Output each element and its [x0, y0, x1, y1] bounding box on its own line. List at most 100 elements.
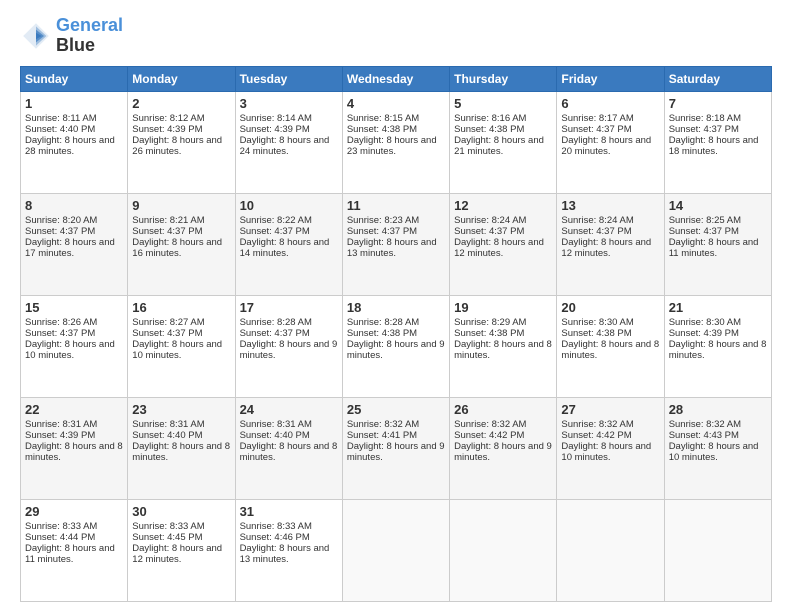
daylight-label: Daylight: 8 hours and 28 minutes.: [25, 135, 115, 157]
page: General Blue Sunday Monday Tuesday Wedne…: [0, 0, 792, 612]
sunrise-label: Sunrise: 8:15 AM: [347, 113, 419, 124]
sunset-label: Sunset: 4:37 PM: [347, 226, 417, 237]
table-row: 14 Sunrise: 8:25 AM Sunset: 4:37 PM Dayl…: [664, 193, 771, 295]
sunrise-label: Sunrise: 8:30 AM: [669, 317, 741, 328]
table-row: 29 Sunrise: 8:33 AM Sunset: 4:44 PM Dayl…: [21, 499, 128, 601]
logo-text: General Blue: [56, 16, 123, 56]
sunset-label: Sunset: 4:40 PM: [132, 430, 202, 441]
sunrise-label: Sunrise: 8:21 AM: [132, 215, 204, 226]
sunrise-label: Sunrise: 8:31 AM: [240, 419, 312, 430]
day-number: 31: [240, 504, 338, 519]
sunset-label: Sunset: 4:38 PM: [347, 124, 417, 135]
table-row: 26 Sunrise: 8:32 AM Sunset: 4:42 PM Dayl…: [450, 397, 557, 499]
daylight-label: Daylight: 8 hours and 9 minutes.: [240, 339, 338, 361]
sunset-label: Sunset: 4:37 PM: [561, 226, 631, 237]
col-thursday: Thursday: [450, 66, 557, 91]
col-saturday: Saturday: [664, 66, 771, 91]
day-number: 22: [25, 402, 123, 417]
day-number: 10: [240, 198, 338, 213]
calendar-week-row: 22 Sunrise: 8:31 AM Sunset: 4:39 PM Dayl…: [21, 397, 772, 499]
sunrise-label: Sunrise: 8:33 AM: [240, 521, 312, 532]
sunset-label: Sunset: 4:37 PM: [669, 124, 739, 135]
table-row: [557, 499, 664, 601]
sunrise-label: Sunrise: 8:31 AM: [25, 419, 97, 430]
table-row: 18 Sunrise: 8:28 AM Sunset: 4:38 PM Dayl…: [342, 295, 449, 397]
table-row: 21 Sunrise: 8:30 AM Sunset: 4:39 PM Dayl…: [664, 295, 771, 397]
sunrise-label: Sunrise: 8:17 AM: [561, 113, 633, 124]
table-row: [450, 499, 557, 601]
sunrise-label: Sunrise: 8:32 AM: [347, 419, 419, 430]
day-number: 24: [240, 402, 338, 417]
sunrise-label: Sunrise: 8:28 AM: [240, 317, 312, 328]
table-row: 19 Sunrise: 8:29 AM Sunset: 4:38 PM Dayl…: [450, 295, 557, 397]
sunset-label: Sunset: 4:39 PM: [132, 124, 202, 135]
daylight-label: Daylight: 8 hours and 8 minutes.: [669, 339, 767, 361]
day-number: 26: [454, 402, 552, 417]
table-row: 2 Sunrise: 8:12 AM Sunset: 4:39 PM Dayli…: [128, 91, 235, 193]
sunrise-label: Sunrise: 8:32 AM: [454, 419, 526, 430]
sunrise-label: Sunrise: 8:20 AM: [25, 215, 97, 226]
calendar-week-row: 1 Sunrise: 8:11 AM Sunset: 4:40 PM Dayli…: [21, 91, 772, 193]
daylight-label: Daylight: 8 hours and 8 minutes.: [454, 339, 552, 361]
table-row: 27 Sunrise: 8:32 AM Sunset: 4:42 PM Dayl…: [557, 397, 664, 499]
table-row: 20 Sunrise: 8:30 AM Sunset: 4:38 PM Dayl…: [557, 295, 664, 397]
day-number: 13: [561, 198, 659, 213]
day-number: 2: [132, 96, 230, 111]
daylight-label: Daylight: 8 hours and 13 minutes.: [240, 543, 330, 565]
col-wednesday: Wednesday: [342, 66, 449, 91]
sunset-label: Sunset: 4:37 PM: [561, 124, 631, 135]
sunset-label: Sunset: 4:37 PM: [240, 226, 310, 237]
sunrise-label: Sunrise: 8:11 AM: [25, 113, 97, 124]
sunrise-label: Sunrise: 8:33 AM: [132, 521, 204, 532]
day-number: 5: [454, 96, 552, 111]
day-number: 9: [132, 198, 230, 213]
sunset-label: Sunset: 4:38 PM: [454, 328, 524, 339]
sunset-label: Sunset: 4:45 PM: [132, 532, 202, 543]
table-row: 23 Sunrise: 8:31 AM Sunset: 4:40 PM Dayl…: [128, 397, 235, 499]
day-number: 14: [669, 198, 767, 213]
day-number: 1: [25, 96, 123, 111]
day-number: 6: [561, 96, 659, 111]
sunset-label: Sunset: 4:43 PM: [669, 430, 739, 441]
daylight-label: Daylight: 8 hours and 8 minutes.: [561, 339, 659, 361]
daylight-label: Daylight: 8 hours and 11 minutes.: [25, 543, 115, 565]
table-row: 1 Sunrise: 8:11 AM Sunset: 4:40 PM Dayli…: [21, 91, 128, 193]
day-number: 4: [347, 96, 445, 111]
daylight-label: Daylight: 8 hours and 10 minutes.: [561, 441, 651, 463]
table-row: 6 Sunrise: 8:17 AM Sunset: 4:37 PM Dayli…: [557, 91, 664, 193]
table-row: 7 Sunrise: 8:18 AM Sunset: 4:37 PM Dayli…: [664, 91, 771, 193]
daylight-label: Daylight: 8 hours and 20 minutes.: [561, 135, 651, 157]
header: General Blue: [20, 16, 772, 56]
day-number: 23: [132, 402, 230, 417]
sunrise-label: Sunrise: 8:31 AM: [132, 419, 204, 430]
daylight-label: Daylight: 8 hours and 12 minutes.: [132, 543, 222, 565]
day-number: 12: [454, 198, 552, 213]
table-row: 3 Sunrise: 8:14 AM Sunset: 4:39 PM Dayli…: [235, 91, 342, 193]
calendar-week-row: 8 Sunrise: 8:20 AM Sunset: 4:37 PM Dayli…: [21, 193, 772, 295]
day-number: 28: [669, 402, 767, 417]
sunset-label: Sunset: 4:37 PM: [669, 226, 739, 237]
calendar-header-row: Sunday Monday Tuesday Wednesday Thursday…: [21, 66, 772, 91]
col-sunday: Sunday: [21, 66, 128, 91]
daylight-label: Daylight: 8 hours and 12 minutes.: [561, 237, 651, 259]
sunrise-label: Sunrise: 8:29 AM: [454, 317, 526, 328]
col-monday: Monday: [128, 66, 235, 91]
daylight-label: Daylight: 8 hours and 9 minutes.: [347, 441, 445, 463]
daylight-label: Daylight: 8 hours and 17 minutes.: [25, 237, 115, 259]
calendar-week-row: 15 Sunrise: 8:26 AM Sunset: 4:37 PM Dayl…: [21, 295, 772, 397]
daylight-label: Daylight: 8 hours and 11 minutes.: [669, 237, 759, 259]
day-number: 16: [132, 300, 230, 315]
sunrise-label: Sunrise: 8:23 AM: [347, 215, 419, 226]
sunrise-label: Sunrise: 8:30 AM: [561, 317, 633, 328]
day-number: 7: [669, 96, 767, 111]
day-number: 11: [347, 198, 445, 213]
table-row: 9 Sunrise: 8:21 AM Sunset: 4:37 PM Dayli…: [128, 193, 235, 295]
table-row: 12 Sunrise: 8:24 AM Sunset: 4:37 PM Dayl…: [450, 193, 557, 295]
sunset-label: Sunset: 4:37 PM: [454, 226, 524, 237]
sunset-label: Sunset: 4:37 PM: [25, 328, 95, 339]
sunset-label: Sunset: 4:46 PM: [240, 532, 310, 543]
daylight-label: Daylight: 8 hours and 14 minutes.: [240, 237, 330, 259]
day-number: 21: [669, 300, 767, 315]
sunset-label: Sunset: 4:37 PM: [240, 328, 310, 339]
day-number: 27: [561, 402, 659, 417]
